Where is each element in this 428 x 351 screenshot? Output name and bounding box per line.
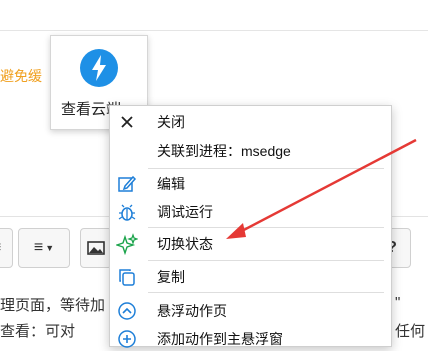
annotation-arrow xyxy=(226,138,417,239)
